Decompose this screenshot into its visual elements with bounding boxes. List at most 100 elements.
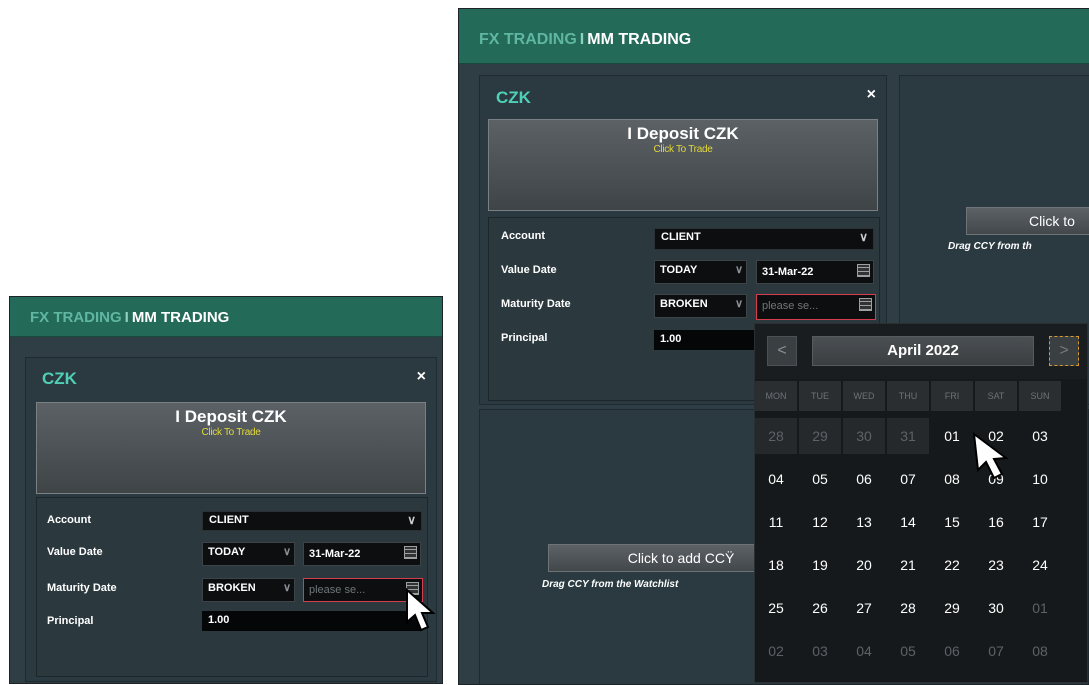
value-date-type-select[interactable]: TODAY ∨ xyxy=(654,260,747,284)
calendar-day: 01 xyxy=(1032,600,1048,616)
trade-title: I Deposit CZK xyxy=(175,407,287,426)
chevron-down-icon: ∨ xyxy=(734,264,743,276)
calendar-day[interactable]: 27 xyxy=(843,590,885,626)
calendar-icon[interactable] xyxy=(404,546,417,559)
value-date-type-select[interactable]: TODAY ∨ xyxy=(202,542,295,566)
principal-input[interactable]: 1.00 xyxy=(202,611,422,631)
app-header: FX TRADING I MM TRADING xyxy=(10,297,442,337)
calendar-day[interactable]: 30 xyxy=(975,590,1017,626)
calendar-day[interactable]: 06 xyxy=(843,461,885,497)
account-value: CLIENT xyxy=(661,231,701,243)
add-ccy-button-bottom[interactable]: Click to add CCŸ xyxy=(548,544,778,572)
maturity-type: BROKEN xyxy=(208,582,256,594)
maturity-placeholder: please se... xyxy=(309,584,366,596)
calendar-day[interactable]: 01 xyxy=(931,418,973,454)
account-select[interactable]: CLIENT ∨ xyxy=(654,228,874,250)
weekday-mon: MON xyxy=(755,381,797,411)
calendar-day: 31 xyxy=(887,418,929,454)
deposit-trade-button[interactable]: I Deposit CZK Click To Trade xyxy=(36,402,426,494)
deposit-trade-button[interactable]: I Deposit CZK Click To Trade xyxy=(488,119,878,211)
close-button[interactable]: × xyxy=(417,368,426,386)
chevron-down-icon: ∨ xyxy=(407,513,416,527)
app-header: FX TRADING I MM TRADING xyxy=(459,9,1089,64)
close-button[interactable]: × xyxy=(867,86,876,104)
calendar-day[interactable]: 13 xyxy=(843,504,885,540)
calendar-day: 04 xyxy=(856,643,872,659)
fx-trading-tab[interactable]: FX TRADING xyxy=(30,309,122,326)
currency-panel: CZK × I Deposit CZK Click To Trade Accou… xyxy=(25,357,437,682)
add-ccy-button-top[interactable]: Click to xyxy=(966,207,1089,235)
value-date-type: TODAY xyxy=(660,264,698,276)
value-date-field[interactable]: 31-Mar-22 xyxy=(756,260,874,284)
calendar-day: 30 xyxy=(843,418,885,454)
maturity-date-label: Maturity Date xyxy=(501,298,571,310)
calendar-day[interactable]: 24 xyxy=(1019,547,1061,583)
calendar-day[interactable]: 22 xyxy=(931,547,973,583)
calendar-day[interactable]: 11 xyxy=(755,504,797,540)
mouse-pointer-icon xyxy=(972,431,1009,480)
weekday-sun: SUN xyxy=(1019,381,1061,411)
weekday-fri: FRI xyxy=(931,381,973,411)
calendar-day[interactable]: 12 xyxy=(799,504,841,540)
calendar-day[interactable]: 08 xyxy=(931,461,973,497)
calendar-day[interactable]: 18 xyxy=(755,547,797,583)
account-select[interactable]: CLIENT ∨ xyxy=(202,511,422,531)
value-date-field[interactable]: 31-Mar-22 xyxy=(303,542,421,566)
calendar-icon[interactable] xyxy=(857,264,870,277)
calendar-day[interactable]: 03 xyxy=(1019,418,1061,454)
next-month-button[interactable]: > xyxy=(1049,336,1079,366)
calendar-day[interactable]: 05 xyxy=(799,461,841,497)
calendar-day: 03 xyxy=(812,643,828,659)
header-separator: I xyxy=(124,309,129,326)
currency-title: CZK xyxy=(496,88,531,107)
trade-form: Account CLIENT ∨ Value Date TODAY ∨ 31-Mar… xyxy=(36,497,428,677)
calendar-day: 29 xyxy=(799,418,841,454)
calendar-day[interactable]: 23 xyxy=(975,547,1017,583)
mm-trading-tab[interactable]: MM TRADING xyxy=(587,31,691,48)
add-ccy-label: Click to add CCŸ xyxy=(627,550,735,566)
account-label: Account xyxy=(47,514,91,526)
chevron-down-icon: ∨ xyxy=(734,298,743,310)
calendar-day[interactable]: 21 xyxy=(887,547,929,583)
click-to-trade-label: Click To Trade xyxy=(201,427,261,438)
calendar-day[interactable]: 28 xyxy=(887,590,929,626)
weekday-wed: WED xyxy=(843,381,885,411)
value-date-type: TODAY xyxy=(208,546,246,558)
calendar-day: 05 xyxy=(900,643,916,659)
calendar-day[interactable]: 19 xyxy=(799,547,841,583)
click-to-trade-label: Click To Trade xyxy=(653,144,713,155)
calendar-day[interactable]: 15 xyxy=(931,504,973,540)
calendar-day[interactable]: 14 xyxy=(887,504,929,540)
date-picker-popup: < April 2022 > MON TUE WED THU FRI SAT SUN 28 2… xyxy=(754,323,1088,683)
weekday-sat: SAT xyxy=(975,381,1017,411)
calendar-icon[interactable] xyxy=(859,298,872,311)
calendar-day[interactable]: 04 xyxy=(755,461,797,497)
month-label[interactable]: April 2022 xyxy=(812,336,1034,366)
calendar-day: 02 xyxy=(768,643,784,659)
prev-month-button[interactable]: < xyxy=(767,336,797,366)
value-date: 31-Mar-22 xyxy=(309,548,361,560)
drag-hint-bottom: Drag CCY from the Watchlist xyxy=(542,579,679,590)
maturity-date-field[interactable]: please se... xyxy=(756,294,876,320)
calendar-day[interactable]: 07 xyxy=(887,461,929,497)
calendar-day[interactable]: 16 xyxy=(975,504,1017,540)
calendar-day[interactable]: 29 xyxy=(931,590,973,626)
calendar-day[interactable]: 20 xyxy=(843,547,885,583)
add-ccy-label: Click to xyxy=(1029,213,1075,229)
account-label: Account xyxy=(501,230,545,242)
maturity-placeholder: please se... xyxy=(762,300,819,312)
maturity-type-select[interactable]: BROKEN ∨ xyxy=(654,294,747,318)
calendar-day[interactable]: 25 xyxy=(755,590,797,626)
value-date: 31-Mar-22 xyxy=(762,266,814,278)
calendar-day: 28 xyxy=(755,418,797,454)
calendar-day[interactable]: 17 xyxy=(1019,504,1061,540)
fx-trading-tab[interactable]: FX TRADING xyxy=(479,31,577,48)
mm-trading-tab[interactable]: MM TRADING xyxy=(132,309,230,326)
currency-title: CZK xyxy=(42,369,77,388)
maturity-type-select[interactable]: BROKEN ∨ xyxy=(202,578,295,602)
maturity-date-label: Maturity Date xyxy=(47,582,117,594)
principal-label: Principal xyxy=(501,332,548,344)
calendar-day[interactable]: 10 xyxy=(1019,461,1061,497)
calendar-day[interactable]: 26 xyxy=(799,590,841,626)
date-picker-header: < April 2022 > xyxy=(755,324,1087,379)
